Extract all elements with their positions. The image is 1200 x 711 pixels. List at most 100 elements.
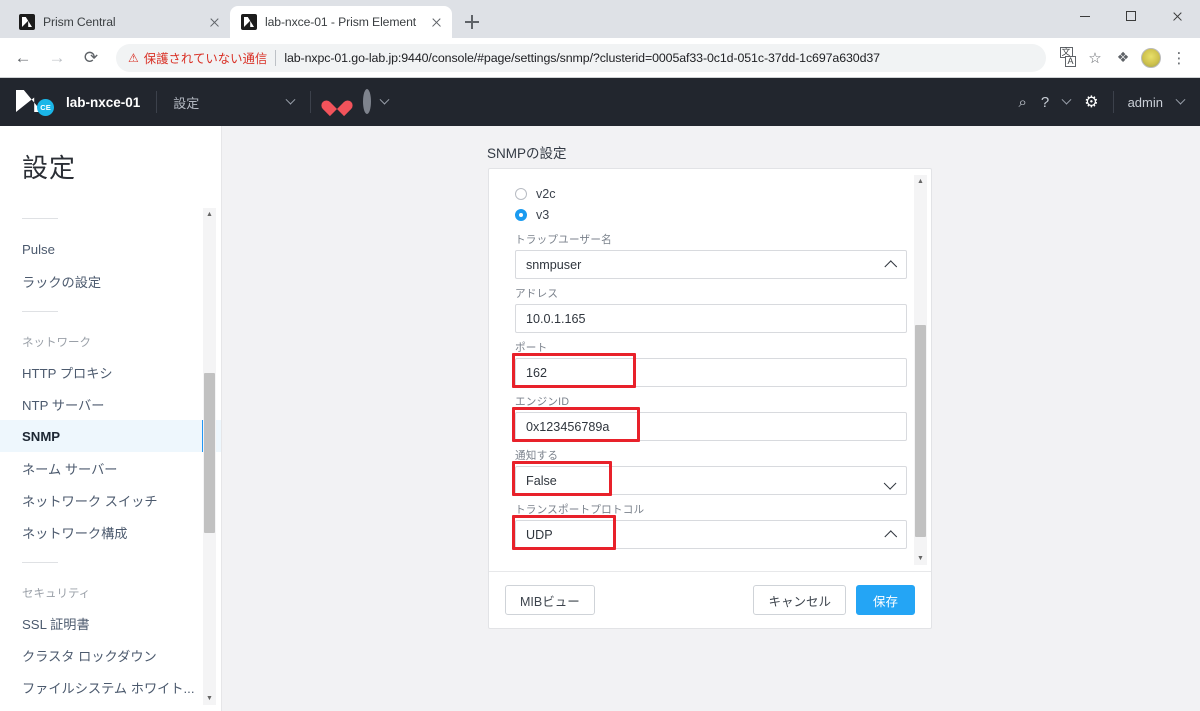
user-chevron-down-icon[interactable] xyxy=(1175,94,1186,106)
form-scrollbar[interactable]: ▲ ▼ xyxy=(914,175,927,565)
forward-button[interactable]: → xyxy=(42,43,72,73)
scroll-up-arrow-icon[interactable]: ▲ xyxy=(914,175,927,188)
field-engine-id: エンジンID 0x123456789a xyxy=(512,394,907,442)
user-menu-label[interactable]: admin xyxy=(1128,95,1163,110)
browser-menu-icon[interactable]: ⋮ xyxy=(1166,45,1192,71)
snmp-settings-title: SNMPの設定 xyxy=(487,146,567,161)
field-value: 0x123456789a xyxy=(526,419,610,434)
radio-icon-v3[interactable] xyxy=(515,208,527,221)
save-button[interactable]: 保存 xyxy=(855,585,915,615)
sidebar-item-label: NTP サーバー xyxy=(22,397,105,413)
snmp-version-option-v2c[interactable]: v2c xyxy=(515,183,907,204)
scroll-down-arrow-icon[interactable]: ▼ xyxy=(914,552,927,565)
translate-icon[interactable] xyxy=(1054,45,1080,71)
help-icon[interactable]: ? xyxy=(1041,94,1049,111)
cancel-button[interactable]: キャンセル xyxy=(753,585,846,615)
browser-tab-prism-element[interactable]: lab-nxce-01 - Prism Element xyxy=(230,6,452,38)
close-window-button[interactable] xyxy=(1154,0,1200,32)
transport-protocol-dropdown[interactable]: UDP xyxy=(515,520,907,549)
field-port: ポート 162 xyxy=(512,340,907,388)
help-chevron-down-icon[interactable] xyxy=(1061,94,1072,106)
health-heart-icon[interactable] xyxy=(327,93,347,111)
sidebar-item-label: HTTP プロキシ xyxy=(22,365,113,381)
radio-label-v2c: v2c xyxy=(536,186,556,201)
bookmark-star-icon[interactable]: ☆ xyxy=(1082,45,1108,71)
alerts-chevron-down-icon[interactable] xyxy=(379,93,390,111)
sidebar-item-cluster-lockdown[interactable]: クラスタ ロックダウン xyxy=(0,639,221,671)
field-label: 通知する xyxy=(515,450,559,462)
close-tab-icon[interactable] xyxy=(428,14,444,30)
chevron-up-icon[interactable] xyxy=(884,530,898,543)
header-divider xyxy=(1112,91,1114,113)
maximize-button[interactable] xyxy=(1108,0,1154,32)
reload-button[interactable]: ⟳ xyxy=(76,43,106,73)
app-body: 設定 Pulse ラックの設定 ネットワーク HTTP プロキシ NTP サーバ… xyxy=(0,126,1200,711)
sidebar-item-http-proxy[interactable]: HTTP プロキシ xyxy=(0,356,221,388)
sidebar-divider xyxy=(22,218,58,219)
field-label: アドレス xyxy=(515,288,559,300)
field-address: アドレス 10.0.1.165 xyxy=(515,286,907,333)
radio-label-v3: v3 xyxy=(536,207,550,222)
settings-content: SNMPの設定 v2c v3 トラップユーザー名 snmpuser アドレス 1… xyxy=(222,126,1200,711)
field-value: UDP xyxy=(526,527,553,542)
sidebar-item-ntp-server[interactable]: NTP サーバー xyxy=(0,388,221,420)
sidebar-item-pulse[interactable]: Pulse xyxy=(0,233,221,265)
browser-tab-prism-central[interactable]: Prism Central xyxy=(8,6,230,38)
chevron-down-icon[interactable] xyxy=(883,476,897,490)
radio-icon-v2c[interactable] xyxy=(515,187,527,200)
sidebar-item-label: ネットワーク構成 xyxy=(22,525,128,541)
scroll-down-arrow-icon[interactable]: ▼ xyxy=(203,692,216,705)
cluster-name-label: lab-nxce-01 xyxy=(66,94,141,110)
scroll-up-arrow-icon[interactable]: ▲ xyxy=(203,208,216,221)
sidebar-item-ssl-certificate[interactable]: SSL 証明書 xyxy=(0,607,221,639)
sidebar-item-network-config[interactable]: ネットワーク構成 xyxy=(0,516,221,548)
sidebar-item-label: ネットワーク スイッチ xyxy=(22,493,158,509)
sidebar-item-rack-config[interactable]: ラックの設定 xyxy=(0,265,221,297)
address-input[interactable]: 10.0.1.165 xyxy=(515,304,907,333)
search-icon[interactable]: ⌕ xyxy=(1018,94,1026,111)
form-scrollbar-thumb[interactable] xyxy=(915,325,926,537)
settings-menu-label[interactable]: 設定 xyxy=(173,93,199,112)
settings-menu-chevron-down-icon[interactable] xyxy=(285,93,296,111)
address-bar[interactable]: ⚠ 保護されていない通信 lab-nxpc-01.go-lab.jp:9440/… xyxy=(116,43,1046,72)
inform-select[interactable]: False xyxy=(515,466,907,495)
new-tab-button[interactable] xyxy=(458,8,486,36)
sidebar-item-label: ラックの設定 xyxy=(22,274,102,290)
gear-icon[interactable]: ⚙ xyxy=(1084,92,1098,112)
chevron-up-icon[interactable] xyxy=(884,260,898,273)
sidebar-scrollbar[interactable]: ▲ ▼ xyxy=(203,208,216,705)
sidebar-item-snmp[interactable]: SNMP xyxy=(0,420,221,452)
sidebar-item-label: ネーム サーバー xyxy=(22,461,118,477)
trap-username-dropdown[interactable]: snmpuser xyxy=(515,250,907,279)
logo-ce-badge: CE xyxy=(37,99,54,116)
nutanix-favicon-icon xyxy=(241,14,257,30)
field-label: トランスポートプロトコル xyxy=(515,504,645,516)
tab-title: lab-nxce-01 - Prism Element xyxy=(265,15,417,29)
close-tab-icon[interactable] xyxy=(206,14,222,30)
sidebar-item-label: SNMP xyxy=(22,428,61,444)
field-value: 10.0.1.165 xyxy=(526,311,586,326)
sidebar-group-security: セキュリティ xyxy=(22,588,91,600)
field-inform: 通知する False xyxy=(512,448,907,496)
back-button[interactable]: ← xyxy=(8,43,38,73)
engine-id-input[interactable]: 0x123456789a xyxy=(515,412,907,441)
field-label: エンジンID xyxy=(515,396,570,408)
minimize-button[interactable] xyxy=(1062,0,1108,32)
settings-sidebar: 設定 Pulse ラックの設定 ネットワーク HTTP プロキシ NTP サーバ… xyxy=(0,126,222,711)
port-input[interactable]: 162 xyxy=(515,358,907,387)
not-secure-warning-text: 保護されていない通信 xyxy=(143,51,268,66)
extensions-puzzle-icon[interactable]: ❖ xyxy=(1110,45,1136,71)
sidebar-scrollbar-thumb[interactable] xyxy=(204,373,215,533)
sidebar-item-filesystem-whitelist[interactable]: ファイルシステム ホワイト... xyxy=(0,671,221,703)
sidebar-item-name-server[interactable]: ネーム サーバー xyxy=(0,452,221,484)
field-value: 162 xyxy=(526,365,548,380)
alerts-ring-icon[interactable] xyxy=(363,89,372,114)
snmp-form-scroll-region: v2c v3 トラップユーザー名 snmpuser アドレス 10.0.1.16… xyxy=(489,169,931,571)
tab-title: Prism Central xyxy=(43,15,116,29)
sidebar-divider xyxy=(22,311,58,312)
tab-strip: Prism Central lab-nxce-01 - Prism Elemen… xyxy=(0,0,1200,38)
snmp-version-option-v3[interactable]: v3 xyxy=(515,204,907,225)
profile-avatar-icon[interactable] xyxy=(1138,45,1164,71)
mib-view-button[interactable]: MIBビュー xyxy=(505,585,595,615)
sidebar-item-network-switch[interactable]: ネットワーク スイッチ xyxy=(0,484,221,516)
